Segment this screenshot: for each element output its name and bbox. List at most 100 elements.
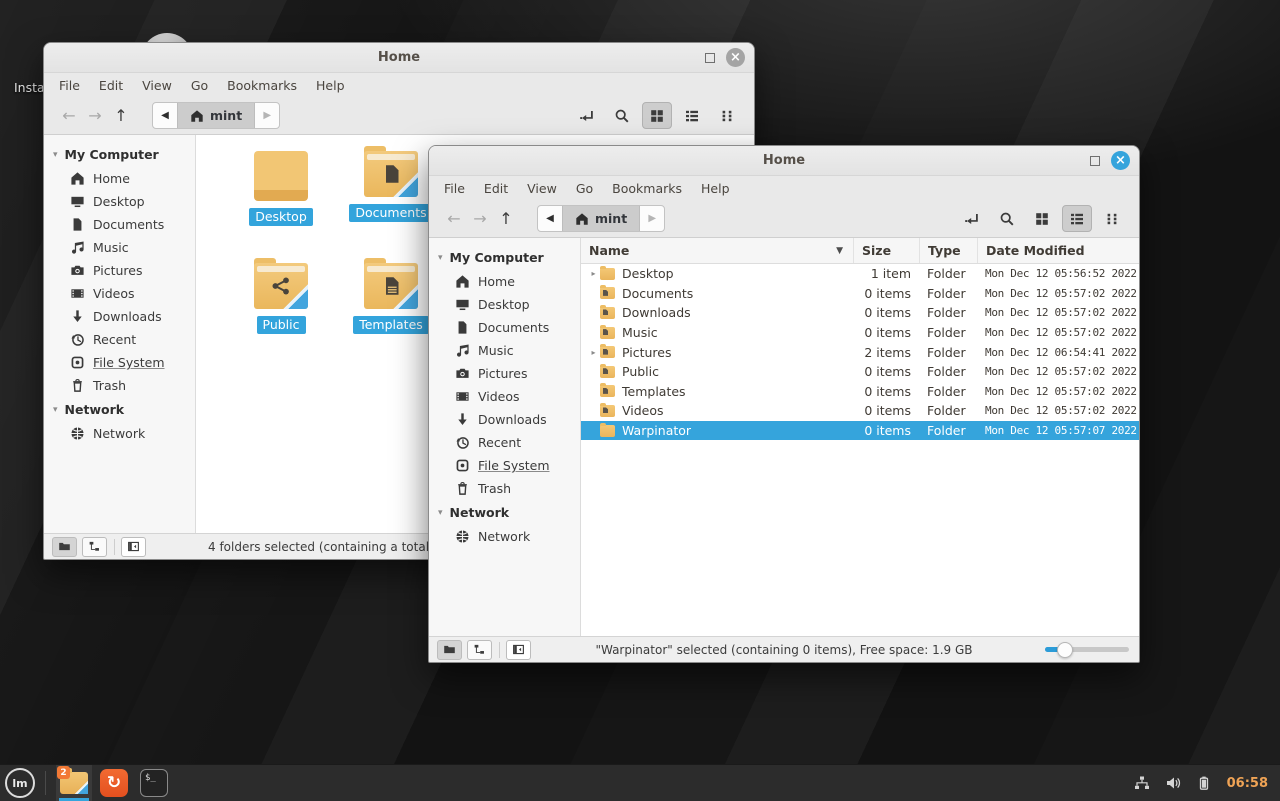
- list-view-button[interactable]: [677, 102, 707, 129]
- location-entry-toggle-button[interactable]: [957, 205, 987, 232]
- menu-bookmarks[interactable]: Bookmarks: [612, 181, 682, 196]
- menu-view[interactable]: View: [142, 78, 172, 93]
- volume-tray-icon[interactable]: [1165, 775, 1181, 791]
- taskbar-files-app[interactable]: 2: [56, 765, 92, 801]
- file-row-desktop[interactable]: ▸Desktop1 itemFolderMon Dec 12 05:56:52 …: [581, 264, 1139, 284]
- sidebar-item-file-system[interactable]: File System: [429, 454, 580, 477]
- battery-tray-icon[interactable]: [1196, 775, 1212, 791]
- maximize-button[interactable]: [705, 53, 715, 63]
- menu-file[interactable]: File: [59, 78, 80, 93]
- desktop-folder-public[interactable]: Public: [226, 263, 336, 375]
- list-view-button[interactable]: [1062, 205, 1092, 232]
- zoom-slider[interactable]: [1045, 642, 1129, 658]
- menu-help[interactable]: Help: [316, 78, 345, 93]
- file-row-videos[interactable]: Videos0 itemsFolderMon Dec 12 05:57:02 2…: [581, 401, 1139, 421]
- sidebar-item-pictures[interactable]: Pictures: [44, 259, 195, 282]
- search-button[interactable]: [992, 205, 1022, 232]
- file-row-warpinator[interactable]: Warpinator0 itemsFolderMon Dec 12 05:57:…: [581, 421, 1139, 441]
- forward-button[interactable]: →: [467, 206, 493, 232]
- up-button[interactable]: ↑: [493, 206, 519, 232]
- expander-icon[interactable]: ▸: [587, 348, 600, 357]
- sidebar-section-my-computer[interactable]: ▾My Computer: [44, 142, 195, 167]
- sidebar-item-videos[interactable]: Videos: [44, 282, 195, 305]
- sidebar-item-music[interactable]: Music: [44, 236, 195, 259]
- sidebar-item-file-system[interactable]: File System: [44, 351, 195, 374]
- expander-icon[interactable]: ▸: [587, 269, 600, 278]
- sidebar-item-desktop[interactable]: Desktop: [44, 190, 195, 213]
- back-button[interactable]: ←: [441, 206, 467, 232]
- sidebar-item-desktop[interactable]: Desktop: [429, 293, 580, 316]
- menu-edit[interactable]: Edit: [484, 181, 508, 196]
- titlebar[interactable]: Home ×: [429, 146, 1139, 176]
- show-treeview-button[interactable]: [82, 537, 107, 557]
- sidebar-item-home[interactable]: Home: [429, 270, 580, 293]
- compact-view-button[interactable]: [1097, 205, 1127, 232]
- zoom-slider-knob[interactable]: [1057, 642, 1073, 658]
- file-row-pictures[interactable]: ▸Pictures2 itemsFolderMon Dec 12 06:54:4…: [581, 342, 1139, 362]
- taskbar-orange-refresh-app[interactable]: ↻: [96, 765, 132, 801]
- file-row-public[interactable]: Public0 itemsFolderMon Dec 12 05:57:02 2…: [581, 362, 1139, 382]
- sidebar-item-trash[interactable]: Trash: [429, 477, 580, 500]
- sidebar-item-pictures[interactable]: Pictures: [429, 362, 580, 385]
- sidebar-item-network[interactable]: Network: [44, 422, 195, 445]
- menu-view[interactable]: View: [527, 181, 557, 196]
- column-header-size[interactable]: Size: [853, 238, 919, 263]
- icon-view-button[interactable]: [1027, 205, 1057, 232]
- sidebar-item-music[interactable]: Music: [429, 339, 580, 362]
- sidebar-item-home[interactable]: Home: [44, 167, 195, 190]
- location-entry-toggle-button[interactable]: [572, 102, 602, 129]
- icon-view-button[interactable]: [642, 102, 672, 129]
- sidebar-item-videos[interactable]: Videos: [429, 385, 580, 408]
- maximize-button[interactable]: [1090, 156, 1100, 166]
- sidebar-item-documents[interactable]: Documents: [429, 316, 580, 339]
- menu-edit[interactable]: Edit: [99, 78, 123, 93]
- network-tray-icon[interactable]: [1134, 775, 1150, 791]
- breadcrumb-current-location[interactable]: mint: [177, 103, 255, 128]
- file-row-documents[interactable]: Documents0 itemsFolderMon Dec 12 05:57:0…: [581, 284, 1139, 304]
- menu-bookmarks[interactable]: Bookmarks: [227, 78, 297, 93]
- file-row-music[interactable]: Music0 itemsFolderMon Dec 12 05:57:02 20…: [581, 323, 1139, 343]
- desktop-install-icon-label[interactable]: Insta: [14, 80, 45, 95]
- sidebar-item-recent[interactable]: Recent: [429, 431, 580, 454]
- file-row-downloads[interactable]: Downloads0 itemsFolderMon Dec 12 05:57:0…: [581, 303, 1139, 323]
- breadcrumb-left-arrow[interactable]: ◀: [153, 103, 177, 128]
- sidebar-item-downloads[interactable]: Downloads: [429, 408, 580, 431]
- menu-help[interactable]: Help: [701, 181, 730, 196]
- compact-view-button[interactable]: [712, 102, 742, 129]
- close-button[interactable]: ×: [1111, 151, 1130, 170]
- toggle-sidebar-button[interactable]: [506, 640, 531, 660]
- show-places-button[interactable]: [437, 640, 462, 660]
- file-row-templates[interactable]: Templates0 itemsFolderMon Dec 12 05:57:0…: [581, 382, 1139, 402]
- menu-file[interactable]: File: [444, 181, 465, 196]
- sidebar-item-trash[interactable]: Trash: [44, 374, 195, 397]
- forward-button[interactable]: →: [82, 103, 108, 129]
- sidebar-item-recent[interactable]: Recent: [44, 328, 195, 351]
- taskbar-terminal-app[interactable]: $_: [136, 765, 172, 801]
- sidebar-section-network[interactable]: ▾Network: [44, 397, 195, 422]
- mint-menu-button[interactable]: lm: [5, 768, 35, 798]
- search-button[interactable]: [607, 102, 637, 129]
- column-header-date-modified[interactable]: Date Modified: [977, 238, 1139, 263]
- toggle-sidebar-button[interactable]: [121, 537, 146, 557]
- breadcrumb-right-arrow[interactable]: ▶: [255, 103, 279, 128]
- sidebar-item-documents[interactable]: Documents: [44, 213, 195, 236]
- menu-go[interactable]: Go: [576, 181, 593, 196]
- show-treeview-button[interactable]: [467, 640, 492, 660]
- column-header-name[interactable]: Name ▼: [581, 243, 853, 258]
- titlebar[interactable]: Home ×: [44, 43, 754, 73]
- sidebar-item-downloads[interactable]: Downloads: [44, 305, 195, 328]
- breadcrumb-left-arrow[interactable]: ◀: [538, 206, 562, 231]
- breadcrumb-right-arrow[interactable]: ▶: [640, 206, 664, 231]
- show-places-button[interactable]: [52, 537, 77, 557]
- column-header-type[interactable]: Type: [919, 238, 977, 263]
- back-button[interactable]: ←: [56, 103, 82, 129]
- sidebar-section-my-computer[interactable]: ▾My Computer: [429, 245, 580, 270]
- close-button[interactable]: ×: [726, 48, 745, 67]
- breadcrumb-current-location[interactable]: mint: [562, 206, 640, 231]
- clock[interactable]: 06:58: [1227, 776, 1268, 791]
- desktop-folder-desktop[interactable]: Desktop: [226, 151, 336, 263]
- sidebar-section-network[interactable]: ▾Network: [429, 500, 580, 525]
- up-button[interactable]: ↑: [108, 103, 134, 129]
- menu-go[interactable]: Go: [191, 78, 208, 93]
- sidebar-item-network[interactable]: Network: [429, 525, 580, 548]
